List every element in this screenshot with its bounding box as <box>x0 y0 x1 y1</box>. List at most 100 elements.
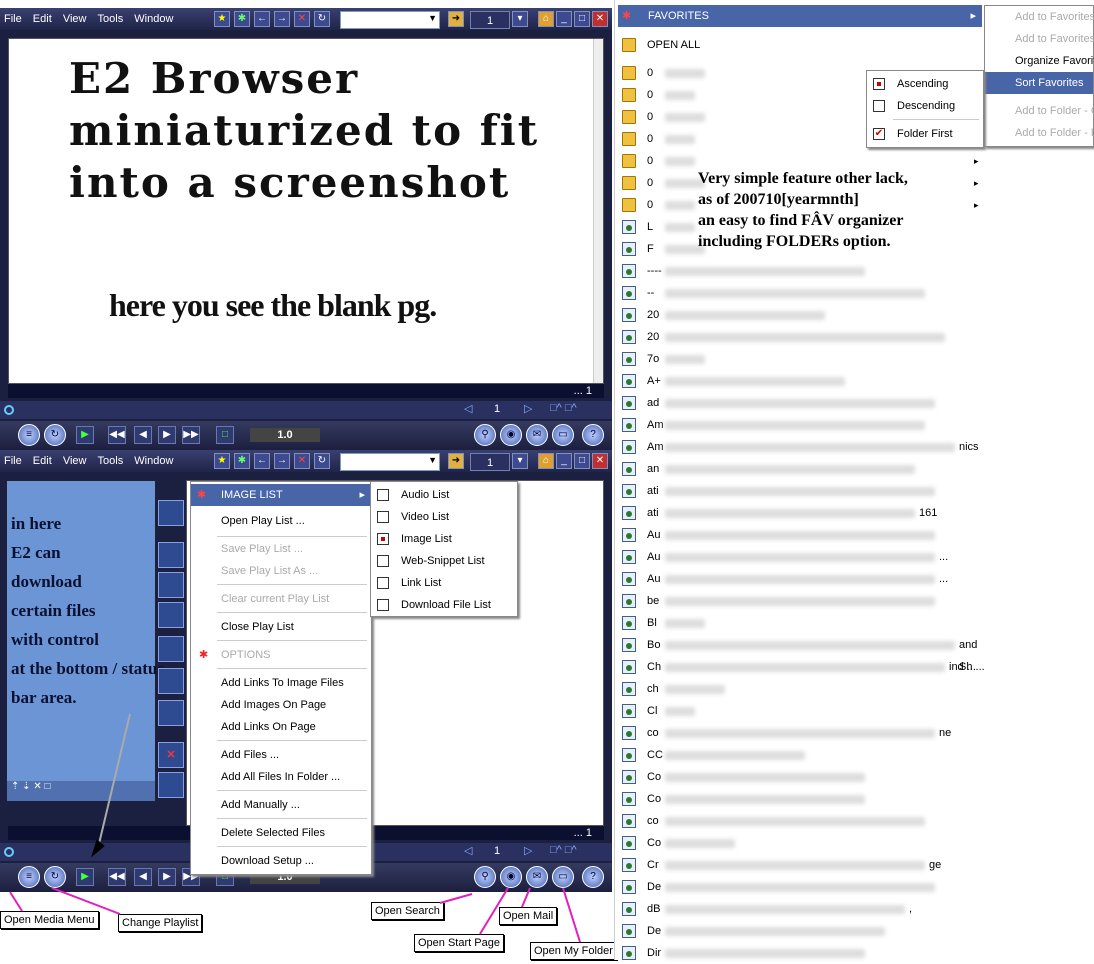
favorites-link-row[interactable]: Ch ind ... <box>620 656 990 678</box>
favorites-link-row[interactable]: be <box>620 590 990 612</box>
favorite-title: Co <box>647 837 662 849</box>
favorites-link-row[interactable]: A+ <box>620 370 990 392</box>
web-page-icon <box>622 330 636 344</box>
favorites-link-row[interactable]: ati <box>620 480 990 502</box>
favorites-link-row[interactable]: De <box>620 920 990 942</box>
web-page-icon <box>622 484 636 498</box>
favorites-link-row[interactable]: Cr ge <box>620 854 990 876</box>
favorites-link-row[interactable]: Co <box>620 788 990 810</box>
favorites-link-row[interactable]: 7o <box>620 348 990 370</box>
favorite-title: ---- <box>647 265 662 277</box>
favorite-title: Am <box>647 441 664 453</box>
redacted-text <box>665 289 925 298</box>
submenu-sort-favorites[interactable]: Sort Favorites <box>985 72 1093 94</box>
checkbox[interactable] <box>873 100 885 112</box>
checkbox-checked[interactable] <box>873 78 885 90</box>
favorite-title: 0 <box>647 133 654 145</box>
favorite-title-suffix: 161 <box>919 507 938 519</box>
favorite-title-suffix: ... <box>939 551 949 563</box>
favorites-link-row[interactable]: ad <box>620 392 990 414</box>
open-all-row[interactable]: OPEN ALL <box>620 34 990 56</box>
favorite-title: ad <box>647 397 660 409</box>
redacted-text <box>665 905 905 914</box>
redacted-text <box>665 531 935 540</box>
favorites-link-row[interactable]: Au... <box>620 546 990 568</box>
redacted-text <box>665 949 865 958</box>
favorite-title: 7o <box>647 353 660 365</box>
redacted-text <box>665 91 695 100</box>
submenu-organize-favorites[interactable]: Organize Favorit <box>985 50 1094 72</box>
redacted-text <box>665 729 935 738</box>
favorites-link-row[interactable]: Bo and Sh ... <box>620 634 990 673</box>
favorites-link-row[interactable]: Bl <box>620 612 990 634</box>
web-page-icon <box>622 836 636 850</box>
web-page-icon <box>622 924 636 938</box>
favorite-title: 0 <box>647 67 654 79</box>
favorite-title: 0 <box>647 155 654 167</box>
redacted-text <box>665 553 935 562</box>
favorites-link-row[interactable]: 20 <box>620 304 990 326</box>
favorites-link-row[interactable]: Co <box>620 832 990 854</box>
favorites-link-row[interactable]: -- <box>620 282 990 304</box>
web-page-icon <box>622 440 636 454</box>
web-page-icon <box>622 396 636 410</box>
favorites-link-row[interactable]: Am nics <box>620 436 990 458</box>
favorites-link-row[interactable]: De <box>620 876 990 898</box>
sort-descending[interactable]: Descending <box>867 95 983 117</box>
favorite-title: 20 <box>647 309 660 321</box>
web-page-icon <box>622 528 636 542</box>
favorites-link-row[interactable]: co ne <box>620 722 990 744</box>
favorite-title: Cl <box>647 705 658 717</box>
checkbox-checked[interactable]: ✔ <box>873 128 885 140</box>
favorite-title: -- <box>647 287 655 299</box>
redacted-text <box>665 135 695 144</box>
star-icon: ✱ <box>622 10 632 22</box>
redacted-text <box>665 817 925 826</box>
favorite-title: De <box>647 925 662 937</box>
favorite-title: De <box>647 881 662 893</box>
web-page-icon <box>622 726 636 740</box>
favorites-link-row[interactable]: an <box>620 458 990 480</box>
favorite-title: Bo <box>647 639 661 651</box>
favorites-link-row[interactable]: Au <box>620 524 990 546</box>
favorites-link-row[interactable]: 20 <box>620 326 990 348</box>
favorite-title: A+ <box>647 375 661 387</box>
redacted-text <box>665 465 915 474</box>
favorite-title: an <box>647 463 660 475</box>
folder-icon <box>622 176 636 190</box>
chevron-right-icon: ▸ <box>970 10 976 22</box>
sort-ascending[interactable]: Ascending <box>867 73 983 95</box>
sort-folder-first[interactable]: ✔ Folder First <box>867 123 983 145</box>
redacted-text <box>665 839 735 848</box>
folder-icon <box>622 154 636 168</box>
favorites-link-row[interactable]: Co <box>620 766 990 788</box>
redacted-text <box>665 685 725 694</box>
redacted-text <box>665 597 935 606</box>
favorites-link-row[interactable]: Au... <box>620 568 990 590</box>
favorite-title: Cr <box>647 859 659 871</box>
favorites-link-row[interactable]: ati 161 <box>620 502 990 524</box>
favorites-header[interactable]: ✱ FAVORITES ▸ <box>618 5 982 27</box>
favorites-link-row[interactable]: ch <box>620 678 990 700</box>
favorites-link-row[interactable]: Dir <box>620 942 990 964</box>
favorites-link-row[interactable]: ---- <box>620 260 990 282</box>
favorites-link-row[interactable]: Am <box>620 414 990 436</box>
folder-icon <box>622 198 636 212</box>
favorite-title: 0 <box>647 199 654 211</box>
web-page-icon <box>622 572 636 586</box>
favorite-title: Au <box>647 551 661 563</box>
favorite-title-suffix: ... <box>939 573 949 585</box>
favorites-link-row[interactable]: co <box>620 810 990 832</box>
submenu-add-to-folder-l: Add to Folder - L <box>1015 127 1094 139</box>
favorites-link-row[interactable]: CC <box>620 744 990 766</box>
folder-icon <box>622 132 636 146</box>
favorites-link-row[interactable]: Cl <box>620 700 990 722</box>
redacted-text <box>665 223 695 232</box>
favorite-title: co <box>647 727 659 739</box>
web-page-icon <box>622 220 636 234</box>
web-page-icon <box>622 880 636 894</box>
web-page-icon <box>622 902 636 916</box>
favorite-title: CC <box>647 749 663 761</box>
favorites-link-row[interactable]: dB, <box>620 898 990 920</box>
web-page-icon <box>622 858 636 872</box>
